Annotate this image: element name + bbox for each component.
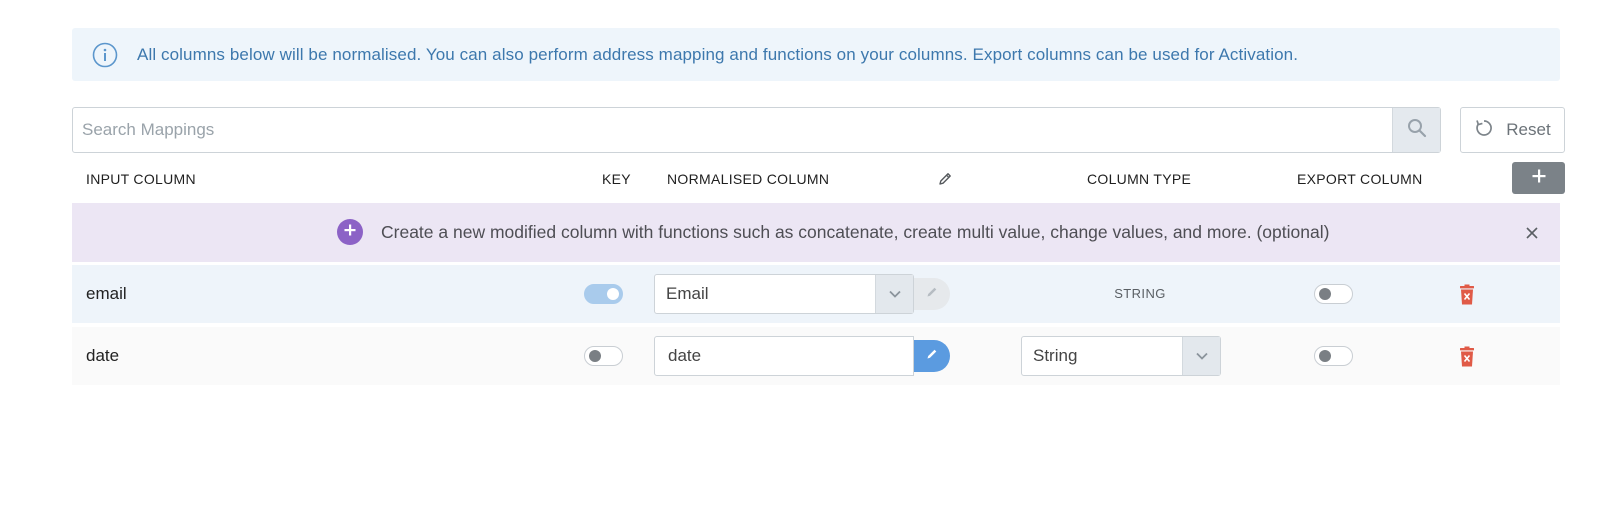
search-bar [72,107,1441,153]
header-key: KEY [602,171,631,187]
export-toggle[interactable] [1314,346,1353,366]
normalised-column-value: Email [666,284,709,303]
table-row: email Email STRING [72,265,1560,323]
key-toggle[interactable] [584,346,623,366]
search-icon [1407,118,1427,143]
header-normalised-column: NORMALISED COLUMN [667,171,830,187]
edit-button[interactable] [914,340,950,372]
chevron-down-icon [875,275,913,313]
info-banner-text: All columns below will be normalised. Yo… [137,44,1299,64]
normalised-column-input[interactable]: date [654,336,914,376]
column-type-value: String [1033,346,1078,365]
key-toggle[interactable] [584,284,623,304]
reset-icon [1474,118,1494,143]
search-input[interactable] [73,108,1392,152]
delete-icon[interactable] [1457,284,1477,306]
export-toggle[interactable] [1314,284,1353,304]
pencil-icon [925,347,939,366]
column-type-select[interactable]: String [1021,336,1221,376]
chevron-down-icon [1182,337,1220,375]
pencil-icon[interactable] [937,171,953,192]
normalised-column-select[interactable]: Email [654,274,914,314]
info-banner: All columns below will be normalised. Yo… [72,28,1560,81]
plus-icon [1531,168,1547,189]
header-input-column: INPUT COLUMN [86,171,196,187]
function-banner-text: Create a new modified column with functi… [381,222,1330,242]
header-column-type: COLUMN TYPE [1087,171,1192,187]
table-header: INPUT COLUMN KEY NORMALISED COLUMN COLUM… [72,160,1565,198]
pencil-icon [925,285,939,304]
search-button[interactable] [1392,108,1440,152]
edit-button[interactable] [914,278,950,310]
reset-label: Reset [1506,120,1551,139]
function-banner: Create a new modified column with functi… [72,203,1560,262]
input-column-name: email [86,284,127,303]
column-type-value: STRING [1114,286,1166,301]
plus-circle-icon [343,223,357,242]
header-export-column: EXPORT COLUMN [1297,171,1423,187]
table-row: date date String [72,327,1560,385]
delete-icon[interactable] [1457,346,1477,368]
add-column-button[interactable] [1512,162,1565,194]
close-icon[interactable] [1524,225,1540,241]
reset-button[interactable]: Reset [1460,107,1565,153]
add-function-button[interactable] [337,219,363,245]
info-icon [92,42,118,68]
input-column-name: date [86,346,120,365]
